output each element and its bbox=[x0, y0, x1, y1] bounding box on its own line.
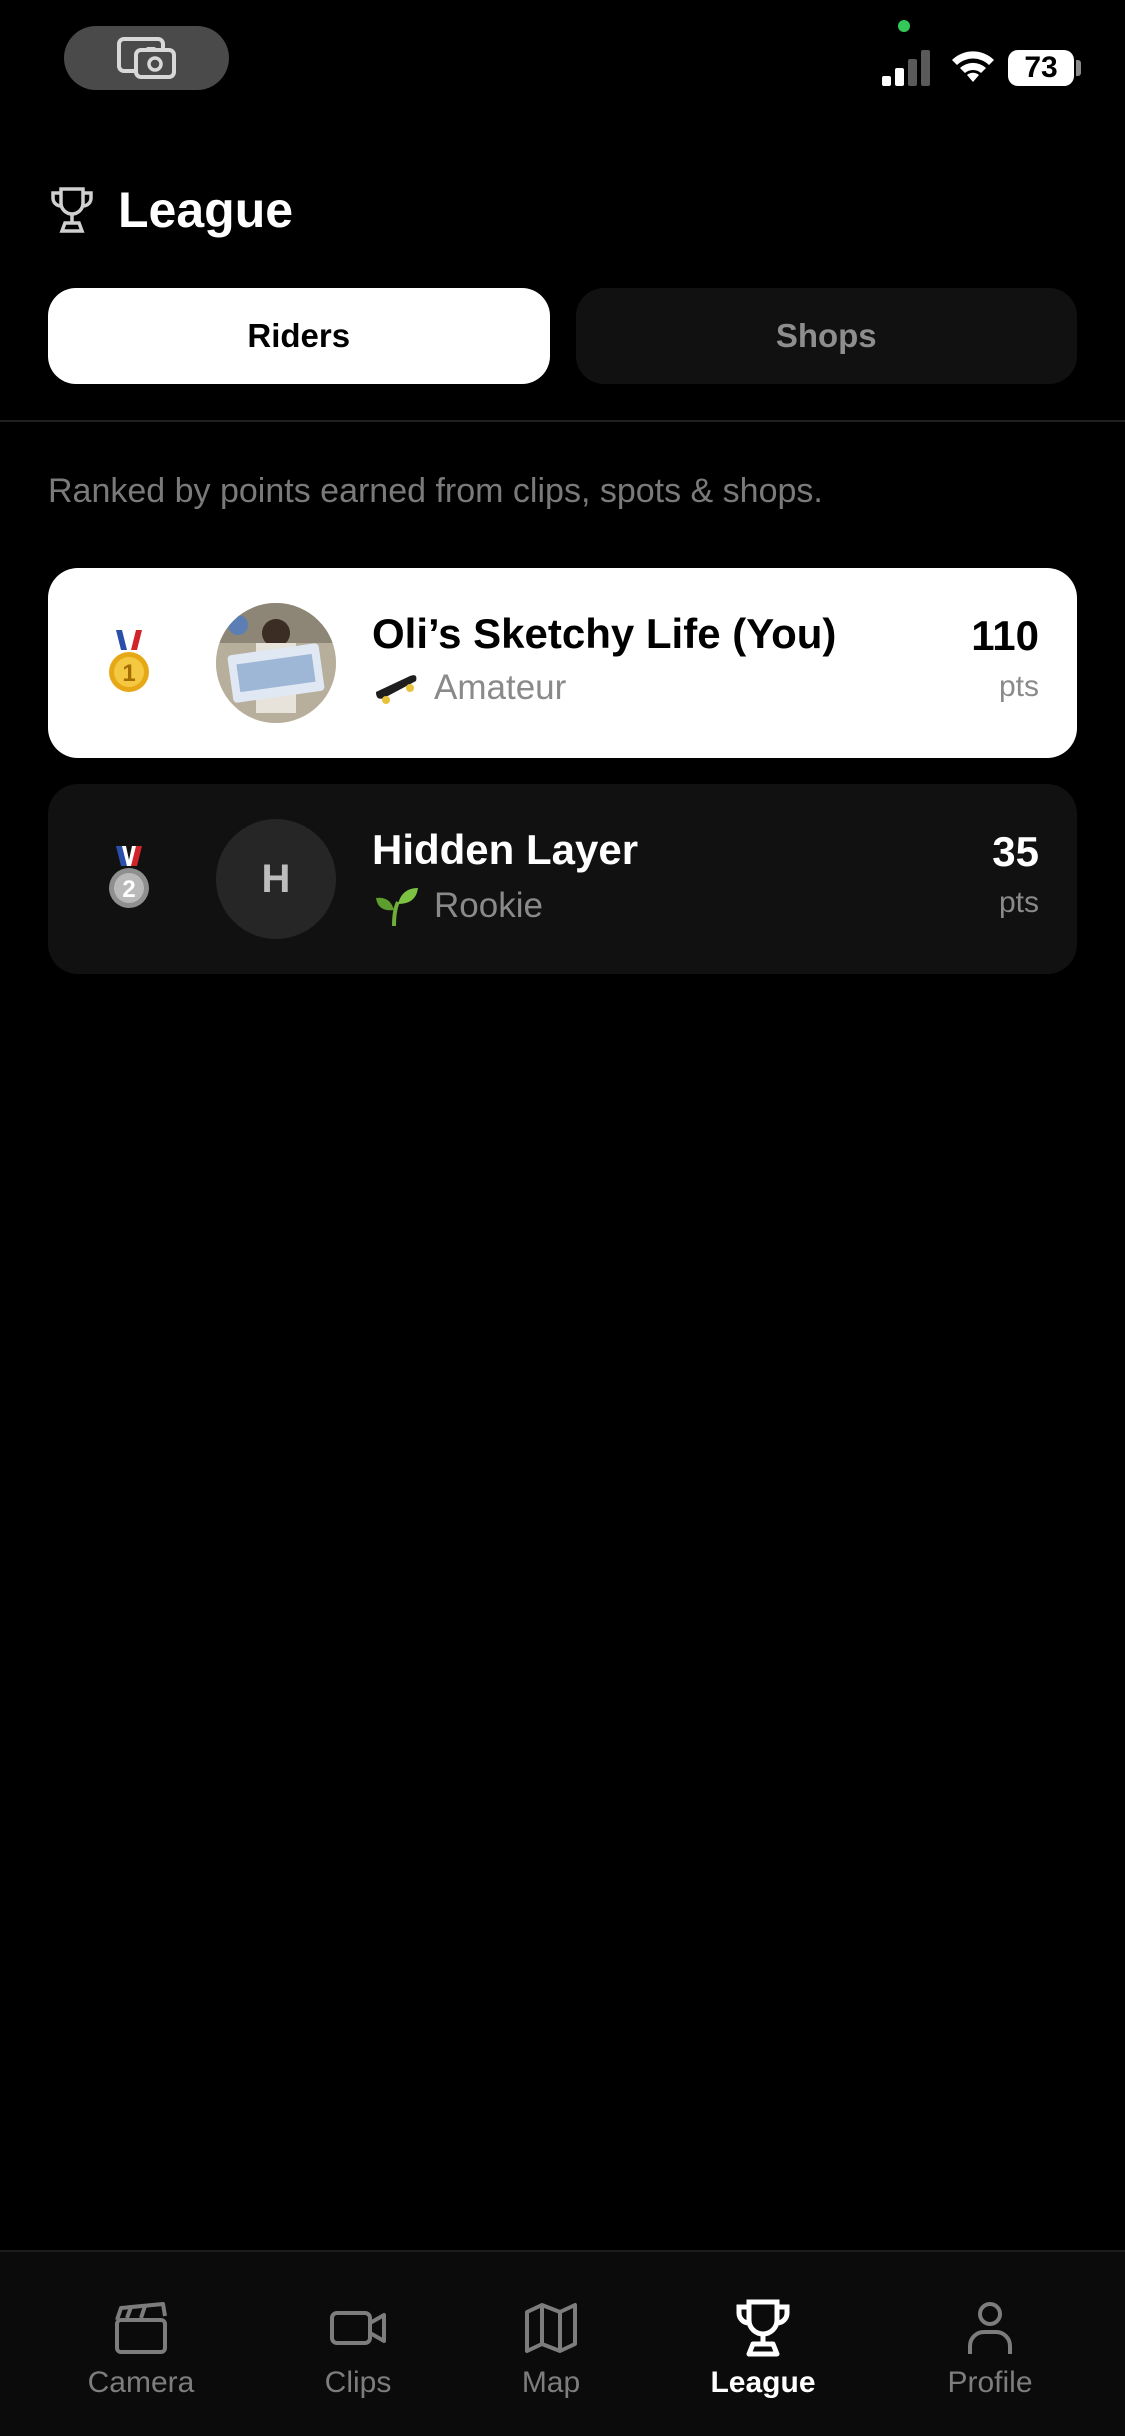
video-camera-icon bbox=[330, 2311, 386, 2345]
tabbar-label: League bbox=[710, 2366, 816, 2399]
tabbar-item-map[interactable]: Map bbox=[461, 2298, 641, 2408]
mic-active-dot bbox=[898, 20, 910, 32]
tabbar-label: Clips bbox=[324, 2366, 392, 2399]
rider-photo bbox=[216, 603, 336, 723]
rider-level-label: Rookie bbox=[434, 886, 543, 925]
tabbar-item-clips[interactable]: Clips bbox=[268, 2298, 448, 2408]
tabbar-label: Map bbox=[521, 2366, 581, 2399]
silver-medal-icon: 2 bbox=[109, 846, 149, 908]
rider-level: Amateur bbox=[372, 668, 836, 708]
points: 110 pts bbox=[971, 612, 1039, 704]
rider-level-label: Amateur bbox=[434, 668, 567, 707]
seedling-icon bbox=[376, 888, 418, 927]
battery-level: 73 bbox=[1024, 51, 1058, 84]
signal-icon bbox=[882, 50, 930, 86]
wifi-icon bbox=[952, 51, 994, 82]
leaderboard-list: 1 Oli’s Sketchy Life (You) Amateur 110 p… bbox=[48, 568, 1077, 1000]
points-value: 110 bbox=[971, 612, 1039, 659]
rider-name: Oli’s Sketchy Life (You) bbox=[372, 610, 837, 657]
league-tabs: Riders Shops bbox=[48, 288, 1077, 384]
bottom-tab-bar: Camera Clips Map League Profile bbox=[0, 2250, 1125, 2436]
tabbar-label: Profile bbox=[947, 2366, 1033, 2399]
leaderboard-row[interactable]: 2 H Hidden Layer Rookie 35 pts bbox=[48, 784, 1077, 974]
avatar: H bbox=[216, 819, 336, 939]
avatar-initial: H bbox=[261, 856, 291, 901]
leaderboard-row[interactable]: 1 Oli’s Sketchy Life (You) Amateur 110 p… bbox=[48, 568, 1077, 758]
status-bar: 73 bbox=[0, 0, 1125, 120]
page-title: League bbox=[118, 182, 294, 238]
page-header: League bbox=[48, 175, 293, 245]
rider-info: Oli’s Sketchy Life (You) Amateur bbox=[372, 610, 836, 708]
league-screen: 73 League Riders Shops Ranked by points … bbox=[0, 0, 1125, 2436]
points-unit: pts bbox=[998, 886, 1039, 919]
screen-record-indicator[interactable] bbox=[64, 26, 229, 90]
points: 35 pts bbox=[992, 828, 1039, 920]
tabbar-item-camera[interactable]: Camera bbox=[51, 2298, 231, 2408]
divider bbox=[0, 420, 1125, 422]
rider-name: Hidden Layer bbox=[372, 826, 639, 873]
rider-info: Hidden Layer Rookie bbox=[372, 826, 638, 928]
tab-riders[interactable]: Riders bbox=[48, 288, 550, 384]
avatar bbox=[216, 603, 336, 723]
tabbar-item-league[interactable]: League bbox=[673, 2298, 853, 2408]
battery-nub bbox=[1076, 60, 1081, 76]
points-unit: pts bbox=[998, 670, 1039, 703]
points-value: 35 bbox=[992, 828, 1039, 875]
screen-record-icon bbox=[116, 37, 176, 79]
tab-shops[interactable]: Shops bbox=[575, 288, 1077, 384]
svg-text:1: 1 bbox=[122, 660, 135, 687]
skateboard-icon bbox=[376, 675, 417, 704]
rider-level: Rookie bbox=[372, 884, 638, 928]
gold-medal-icon: 1 bbox=[109, 630, 149, 692]
battery-icon: 73 bbox=[1008, 50, 1074, 86]
ranking-description: Ranked by points earned from clips, spot… bbox=[48, 472, 823, 510]
clapperboard-icon bbox=[115, 2302, 167, 2354]
tabbar-label: Camera bbox=[87, 2366, 195, 2399]
trophy-icon bbox=[736, 2299, 790, 2357]
tabbar-item-profile[interactable]: Profile bbox=[900, 2298, 1080, 2408]
person-icon bbox=[968, 2302, 1012, 2354]
trophy-icon bbox=[51, 187, 93, 233]
map-icon bbox=[525, 2303, 577, 2353]
svg-text:2: 2 bbox=[122, 876, 135, 903]
